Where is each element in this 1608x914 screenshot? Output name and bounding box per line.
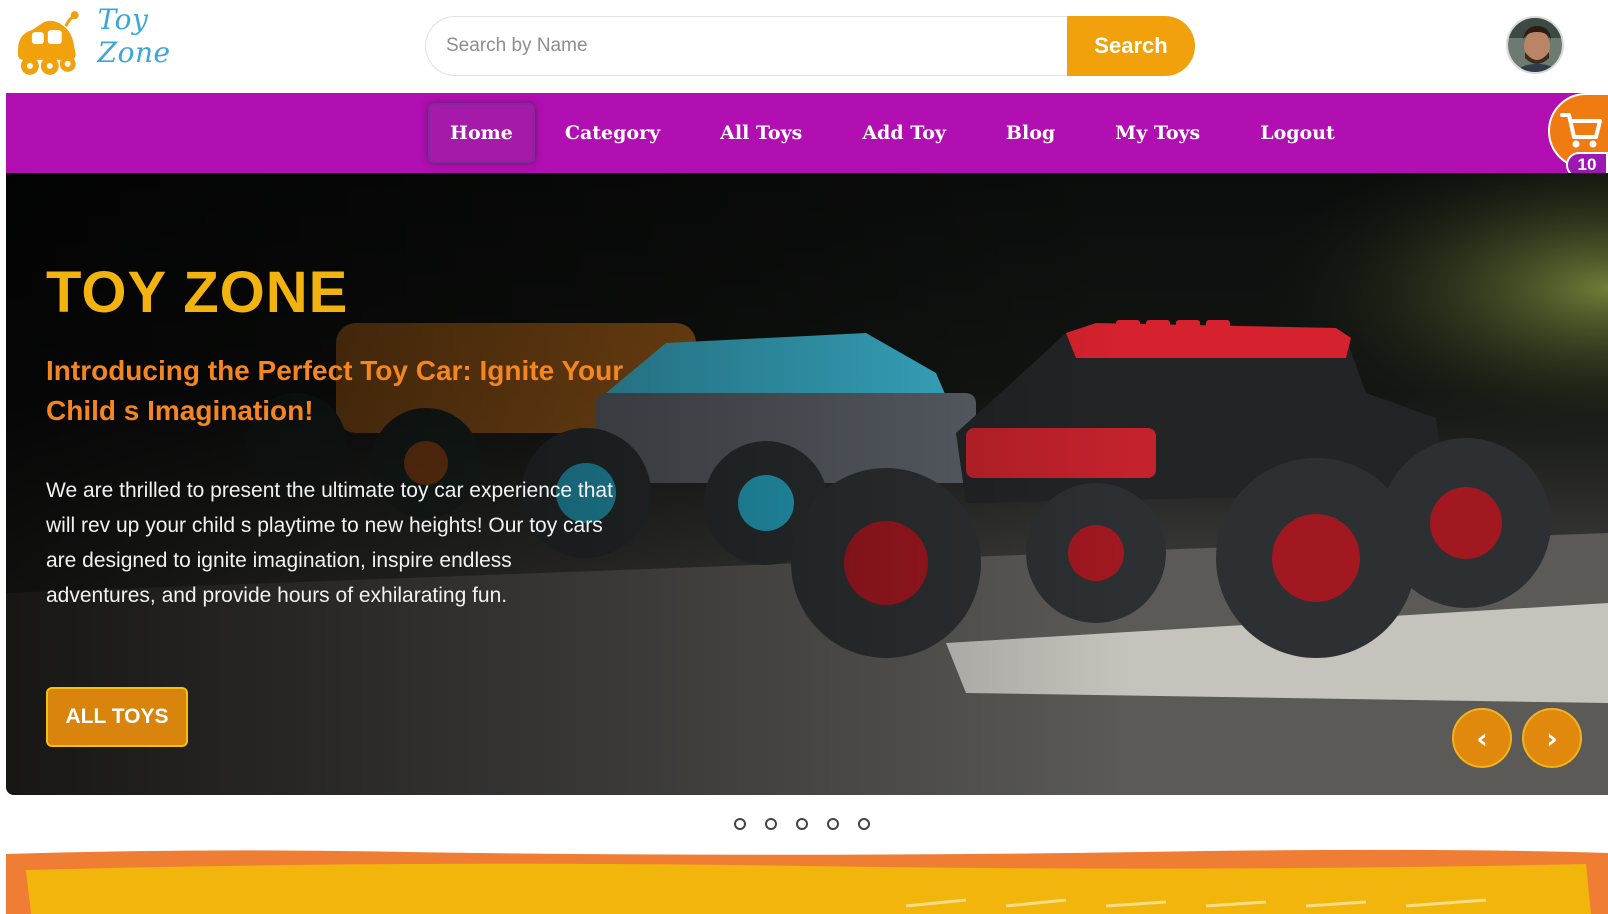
user-avatar-icon bbox=[1508, 18, 1562, 72]
hero-description: We are thrilled to present the ultimate … bbox=[46, 479, 613, 607]
slider-dot[interactable] bbox=[827, 818, 839, 830]
main-nav: Home Category All Toys Add Toy Blog My T… bbox=[6, 93, 1608, 173]
cart-plus-icon bbox=[1560, 113, 1602, 148]
chevron-left-icon: ‹ bbox=[1476, 721, 1488, 755]
slider-next-button[interactable]: › bbox=[1522, 708, 1582, 768]
all-toys-button[interactable]: ALL TOYS bbox=[46, 687, 188, 747]
chevron-right-icon: › bbox=[1546, 721, 1558, 755]
promo-banner bbox=[6, 848, 1608, 914]
slider-dot[interactable] bbox=[734, 818, 746, 830]
slider-dot[interactable] bbox=[858, 818, 870, 830]
promo-banner-image bbox=[6, 849, 1608, 914]
nav-item-add-toy[interactable]: Add Toy bbox=[832, 103, 976, 163]
nav-item-my-toys[interactable]: My Toys bbox=[1085, 103, 1230, 163]
toy-car-icon bbox=[17, 11, 79, 75]
nav-menu: Home Category All Toys Add Toy Blog My T… bbox=[428, 103, 1365, 163]
hero-subtitle: Introducing the Perfect Toy Car: Ignite … bbox=[46, 355, 624, 426]
nav-item-logout[interactable]: Logout bbox=[1230, 103, 1365, 163]
slider-dot[interactable] bbox=[765, 818, 777, 830]
search-bar: Search bbox=[425, 16, 1195, 76]
slider-dot[interactable] bbox=[796, 818, 808, 830]
site-header: Toy Zone Search bbox=[0, 0, 1608, 91]
brand-logo[interactable]: Toy Zone bbox=[10, 3, 230, 82]
search-button[interactable]: Search bbox=[1067, 16, 1195, 76]
hero-title: TOY ZONE bbox=[46, 260, 349, 325]
search-input[interactable] bbox=[425, 16, 1067, 76]
nav-item-category[interactable]: Category bbox=[535, 103, 690, 163]
nav-item-all-toys[interactable]: All Toys bbox=[690, 103, 832, 163]
user-avatar[interactable] bbox=[1506, 16, 1564, 74]
hero-slider: TOY ZONE Introducing the Perfect Toy Car… bbox=[6, 173, 1608, 795]
slider-dots bbox=[734, 818, 870, 834]
nav-item-home[interactable]: Home bbox=[428, 103, 535, 163]
nav-item-blog[interactable]: Blog bbox=[976, 103, 1085, 163]
slider-prev-button[interactable]: ‹ bbox=[1452, 708, 1512, 768]
brand-name: Toy Zone bbox=[97, 3, 171, 69]
